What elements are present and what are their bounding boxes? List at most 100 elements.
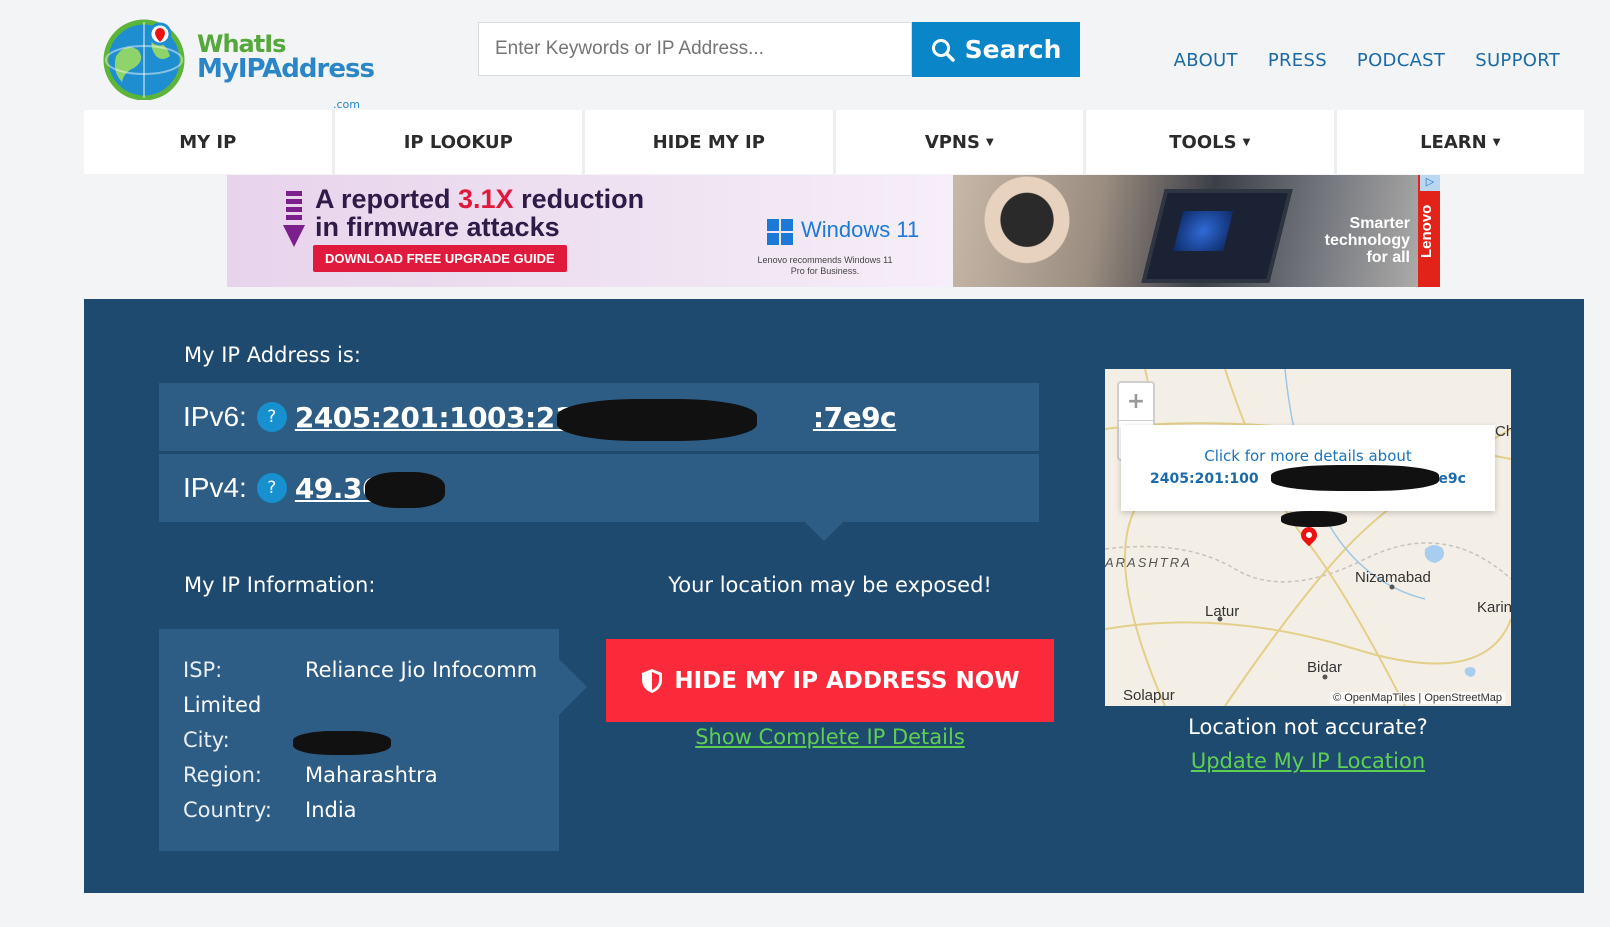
region-label: Region: bbox=[183, 763, 262, 787]
update-location-link[interactable]: Update My IP Location bbox=[1105, 749, 1511, 773]
map-label: ARASHTRA bbox=[1105, 555, 1192, 570]
ad-headline-line2: in firmware attacks bbox=[315, 212, 560, 242]
ad-headline-pre: A reported bbox=[315, 184, 459, 214]
ad-person-image bbox=[983, 175, 1093, 287]
ad-tagline-line: technology bbox=[1324, 232, 1410, 249]
ip-panel: My IP Address is: IPv6: ? 2405:201:1003:… bbox=[84, 299, 1584, 893]
ip-info-title: My IP Information: bbox=[184, 573, 376, 597]
ipv6-value-end: :7e9c bbox=[812, 400, 897, 434]
ad-headline-highlight: 3.1X bbox=[458, 184, 514, 214]
isp-value: Reliance Jio Infocomm bbox=[305, 658, 538, 682]
ad-brand: Lenovo bbox=[1418, 175, 1440, 287]
hide-button-label: HIDE MY IP ADDRESS NOW bbox=[674, 667, 1020, 694]
windows-logo-icon bbox=[767, 219, 793, 245]
search-button[interactable]: Search bbox=[912, 22, 1080, 77]
country-label: Country: bbox=[183, 798, 272, 822]
ip-title: My IP Address is: bbox=[184, 343, 361, 367]
city-label: City: bbox=[183, 728, 230, 752]
ad-tagline: Smarter technology for all bbox=[1325, 215, 1410, 266]
country-line: Country: India bbox=[183, 793, 559, 828]
exposed-warning: Your location may be exposed! bbox=[668, 573, 992, 597]
nav-label: MY IP bbox=[179, 131, 237, 153]
isp-value-continued: Limited bbox=[183, 693, 262, 717]
country-value: India bbox=[305, 798, 357, 822]
map-label: Latur bbox=[1205, 603, 1240, 620]
caret-down-icon: ▼ bbox=[1492, 136, 1501, 148]
nav-ip-lookup[interactable]: IP LOOKUP bbox=[335, 110, 585, 174]
globe-logo-icon bbox=[103, 19, 185, 100]
logo-wordmark: WhatIs MyIPAddress .com bbox=[197, 32, 375, 112]
nav-label: VPNS bbox=[924, 131, 980, 153]
top-link-podcast[interactable]: PODCAST bbox=[1357, 50, 1445, 71]
site-logo[interactable]: WhatIs MyIPAddress .com bbox=[102, 16, 375, 111]
location-question: Location not accurate? bbox=[1188, 715, 1428, 739]
zoom-in-button[interactable]: + bbox=[1119, 383, 1153, 421]
main-nav: MY IP IP LOOKUP HIDE MY IP VPNS ▼ TOOLS ▼ … bbox=[84, 110, 1584, 174]
nav-my-ip[interactable]: MY IP bbox=[84, 110, 335, 174]
help-icon[interactable]: ? bbox=[256, 473, 287, 503]
help-icon[interactable]: ? bbox=[256, 402, 287, 432]
down-arrow-icon bbox=[283, 191, 305, 247]
ad-windows-sub: Lenovo recommends Windows 11 Pro for Bus… bbox=[757, 255, 893, 276]
ip-info-box: ISP: Reliance Jio Infocomm Limited City:… bbox=[159, 629, 587, 851]
map-label: Karin bbox=[1477, 599, 1511, 616]
region-value: Maharashtra bbox=[305, 763, 438, 787]
caret-down-icon: ▼ bbox=[985, 136, 994, 148]
isp-label: ISP: bbox=[183, 658, 223, 682]
ad-headline: A reported 3.1X reduction in firmware at… bbox=[315, 185, 644, 241]
region-line: Region: Maharashtra bbox=[183, 758, 559, 793]
map-label: Nizamabad bbox=[1355, 569, 1431, 586]
search-input[interactable] bbox=[478, 22, 912, 76]
nav-label: HIDE MY IP bbox=[652, 131, 765, 153]
ad-laptop-image bbox=[1141, 189, 1293, 283]
isp-line: ISP: Reliance Jio Infocomm bbox=[183, 653, 559, 688]
nav-hide-my-ip[interactable]: HIDE MY IP bbox=[585, 110, 836, 174]
top-link-press[interactable]: PRESS bbox=[1268, 50, 1327, 71]
map-popup-text: Click for more details about bbox=[1204, 447, 1412, 465]
shield-icon bbox=[642, 668, 663, 693]
top-link-about[interactable]: ABOUT bbox=[1174, 50, 1238, 71]
show-details-link[interactable]: Show Complete IP Details bbox=[606, 725, 1054, 749]
isp-line-2: Limited bbox=[183, 688, 559, 723]
map-label: Solapur bbox=[1123, 687, 1175, 704]
adchoices-icon[interactable]: ▷ bbox=[1420, 175, 1440, 191]
ad-headline-post: reduction bbox=[513, 184, 645, 214]
nav-label: TOOLS bbox=[1169, 131, 1237, 153]
nav-vpns[interactable]: VPNS ▼ bbox=[836, 110, 1086, 174]
nav-label: IP LOOKUP bbox=[403, 131, 513, 153]
nav-label: LEARN bbox=[1420, 131, 1487, 153]
ipv4-row: IPv4: ? 49.36 bbox=[159, 454, 1039, 522]
city-line: City: bbox=[183, 723, 559, 758]
redaction-mark bbox=[1271, 465, 1439, 491]
logo-line2: MyIPAddress bbox=[197, 54, 375, 84]
top-link-support[interactable]: SUPPORT bbox=[1475, 50, 1560, 71]
redaction-mark bbox=[556, 398, 757, 441]
search-button-label: Search bbox=[964, 35, 1062, 64]
redaction-mark bbox=[293, 731, 391, 755]
ad-cta-button[interactable]: DOWNLOAD FREE UPGRADE GUIDE bbox=[313, 245, 567, 272]
map-popup-ip-start: 2405:201:100 bbox=[1150, 471, 1259, 487]
map-label: Ch bbox=[1495, 423, 1511, 440]
map-attribution: © OpenMapTiles | OpenStreetMap bbox=[1330, 692, 1505, 704]
ipv6-row: IPv6: ? 2405:201:1003:213b::7e9c bbox=[159, 383, 1039, 451]
nav-tools[interactable]: TOOLS ▼ bbox=[1086, 110, 1337, 174]
caret-down-icon: ▼ bbox=[1242, 136, 1251, 148]
ad-left-panel: A reported 3.1X reduction in firmware at… bbox=[227, 175, 953, 287]
pointer-notch bbox=[790, 507, 858, 541]
ad-tagline-line: Smarter bbox=[1349, 215, 1410, 232]
map-popup[interactable]: Click for more details about 2405:201:10… bbox=[1121, 425, 1495, 511]
ad-windows-label: Windows 11 bbox=[801, 217, 920, 242]
map-label: Bidar bbox=[1307, 659, 1343, 676]
ipv6-value[interactable]: 2405:201:1003:213b::7e9c bbox=[295, 398, 897, 441]
hide-my-ip-button[interactable]: HIDE MY IP ADDRESS NOW bbox=[606, 639, 1054, 722]
location-map[interactable]: + − Click for more details about 2405:20… bbox=[1105, 369, 1511, 706]
redaction-mark bbox=[1281, 511, 1347, 527]
top-links: ABOUT PRESS PODCAST SUPPORT bbox=[1174, 50, 1560, 71]
ad-banner[interactable]: A reported 3.1X reduction in firmware at… bbox=[227, 175, 1440, 287]
ipv4-value[interactable]: 49.36 bbox=[295, 471, 455, 508]
ipv6-label: IPv6: bbox=[183, 401, 247, 432]
ipv4-label: IPv4: bbox=[183, 472, 247, 503]
search-icon bbox=[931, 38, 955, 62]
ad-photo: Smarter technology for all Lenovo ▷ bbox=[953, 175, 1440, 287]
nav-learn[interactable]: LEARN ▼ bbox=[1337, 110, 1585, 174]
